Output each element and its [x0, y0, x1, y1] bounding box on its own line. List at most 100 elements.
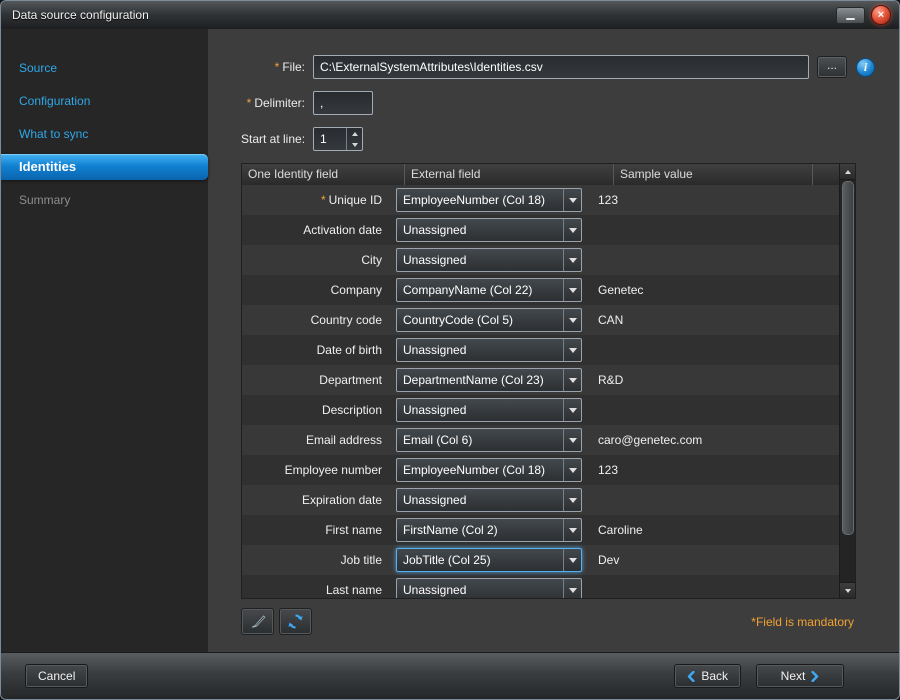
- identity-field-label: First name: [242, 523, 392, 537]
- delimiter-input[interactable]: [313, 91, 373, 115]
- chevron-down-icon: [563, 579, 581, 598]
- chevron-right-icon: [811, 671, 819, 682]
- external-field-cell: DepartmentName (Col 23): [392, 368, 588, 392]
- table-row: Last name Unassigned: [242, 575, 840, 598]
- scroll-up-button[interactable]: [840, 164, 855, 180]
- external-field-dropdown[interactable]: EmployeeNumber (Col 18): [396, 188, 582, 212]
- stepper-arrows: [346, 128, 362, 150]
- chevron-left-icon: [687, 671, 695, 682]
- chevron-down-icon: [563, 489, 581, 511]
- refresh-icon: [287, 613, 304, 630]
- dropdown-selected-value: EmployeeNumber (Col 18): [397, 463, 563, 477]
- chevron-down-icon: [563, 399, 581, 421]
- table-row: CompanyCompanyName (Col 22)Genetec: [242, 275, 840, 305]
- dropdown-selected-value: JobTitle (Col 25): [397, 553, 563, 567]
- mandatory-note: *Field is mandatory: [751, 615, 854, 629]
- refresh-button[interactable]: [279, 608, 312, 635]
- dropdown-selected-value: CompanyName (Col 22): [397, 283, 563, 297]
- file-path-input[interactable]: [313, 55, 809, 79]
- scrollbar-thumb[interactable]: [842, 181, 854, 535]
- minimize-icon: [846, 18, 855, 20]
- table-row: Expiration dateUnassigned: [242, 485, 840, 515]
- sample-value: caro@genetec.com: [588, 433, 840, 447]
- sidebar-item-summary[interactable]: Summary: [1, 187, 208, 213]
- chevron-down-icon: [563, 549, 581, 571]
- external-field-cell: Unassigned: [392, 218, 588, 242]
- window-controls: ×: [836, 5, 891, 25]
- delimiter-row: *Delimiter:: [241, 91, 899, 115]
- triangle-down-icon: [352, 143, 358, 147]
- column-header-identity-field: One Identity field: [242, 164, 405, 185]
- window-title: Data source configuration: [12, 8, 836, 22]
- external-field-cell: CountryCode (Col 5): [392, 308, 588, 332]
- file-label: *File:: [241, 60, 305, 74]
- dropdown-selected-value: Unassigned: [397, 253, 563, 267]
- external-field-dropdown[interactable]: Unassigned: [396, 398, 582, 422]
- dropdown-selected-value: FirstName (Col 2): [397, 523, 563, 537]
- start-at-line-row: Start at line:: [241, 127, 899, 151]
- footer-bar: Cancel Back Next: [1, 652, 899, 699]
- external-field-dropdown[interactable]: EmployeeNumber (Col 18): [396, 458, 582, 482]
- scroll-down-button[interactable]: [840, 582, 855, 598]
- dialog-body: Source Configuration What to sync Identitie…: [1, 29, 899, 652]
- sidebar-item-source[interactable]: Source: [1, 55, 208, 81]
- dropdown-selected-value: DepartmentName (Col 23): [397, 373, 563, 387]
- next-button[interactable]: Next: [756, 664, 844, 688]
- external-field-dropdown[interactable]: FirstName (Col 2): [396, 518, 582, 542]
- start-at-line-label: Start at line:: [241, 132, 305, 146]
- triangle-up-icon: [352, 132, 358, 136]
- external-field-dropdown[interactable]: JobTitle (Col 25): [396, 548, 582, 572]
- clear-mappings-button[interactable]: [241, 608, 274, 635]
- column-header-sample-value: Sample value: [614, 164, 813, 185]
- external-field-cell: JobTitle (Col 25): [392, 548, 588, 572]
- external-field-cell: FirstName (Col 2): [392, 518, 588, 542]
- column-header-external-field: External field: [405, 164, 614, 185]
- external-field-cell: Unassigned: [392, 488, 588, 512]
- chevron-down-icon: [563, 219, 581, 241]
- table-row: *Unique IDEmployeeNumber (Col 18)123: [242, 185, 840, 215]
- external-field-dropdown[interactable]: CompanyName (Col 22): [396, 278, 582, 302]
- identity-field-label: Job title: [242, 553, 392, 567]
- info-icon[interactable]: i: [856, 58, 875, 77]
- column-header-filler: [813, 164, 840, 185]
- external-field-dropdown[interactable]: Unassigned: [396, 578, 582, 598]
- table-body: *Unique IDEmployeeNumber (Col 18)123Acti…: [242, 185, 840, 598]
- external-field-dropdown[interactable]: Email (Col 6): [396, 428, 582, 452]
- identity-field-label: Last name: [242, 583, 392, 597]
- stepper-down-button[interactable]: [347, 139, 362, 150]
- triangle-up-icon: [845, 170, 851, 174]
- external-field-cell: Email (Col 6): [392, 428, 588, 452]
- sample-value: CAN: [588, 313, 840, 327]
- table-row: Date of birthUnassigned: [242, 335, 840, 365]
- chevron-down-icon: [563, 459, 581, 481]
- external-field-cell: Unassigned: [392, 398, 588, 422]
- start-at-line-input[interactable]: [314, 128, 346, 150]
- dropdown-selected-value: Unassigned: [397, 583, 563, 597]
- cancel-button[interactable]: Cancel: [25, 664, 88, 688]
- external-field-dropdown[interactable]: DepartmentName (Col 23): [396, 368, 582, 392]
- close-button[interactable]: ×: [871, 5, 891, 25]
- external-field-cell: CompanyName (Col 22): [392, 278, 588, 302]
- sidebar-item-identities[interactable]: Identities: [1, 154, 208, 180]
- external-field-dropdown[interactable]: Unassigned: [396, 338, 582, 362]
- external-field-dropdown[interactable]: Unassigned: [396, 248, 582, 272]
- chevron-down-icon: [563, 279, 581, 301]
- sidebar-item-configuration[interactable]: Configuration: [1, 88, 208, 114]
- data-source-configuration-dialog: Data source configuration × Source Config…: [0, 0, 900, 700]
- table-row: Job titleJobTitle (Col 25)Dev: [242, 545, 840, 575]
- titlebar[interactable]: Data source configuration ×: [1, 1, 899, 29]
- browse-button[interactable]: ...: [817, 56, 847, 78]
- external-field-dropdown[interactable]: CountryCode (Col 5): [396, 308, 582, 332]
- sample-value: 123: [588, 463, 840, 477]
- required-asterisk: *: [247, 96, 252, 110]
- external-field-dropdown[interactable]: Unassigned: [396, 218, 582, 242]
- external-field-cell: EmployeeNumber (Col 18): [392, 458, 588, 482]
- external-field-dropdown[interactable]: Unassigned: [396, 488, 582, 512]
- back-button[interactable]: Back: [674, 664, 741, 688]
- required-asterisk: *: [275, 60, 280, 74]
- sidebar-item-what-to-sync[interactable]: What to sync: [1, 121, 208, 147]
- minimize-button[interactable]: [836, 7, 865, 24]
- stepper-up-button[interactable]: [347, 128, 362, 139]
- chevron-down-icon: [563, 429, 581, 451]
- vertical-scrollbar[interactable]: [839, 164, 855, 598]
